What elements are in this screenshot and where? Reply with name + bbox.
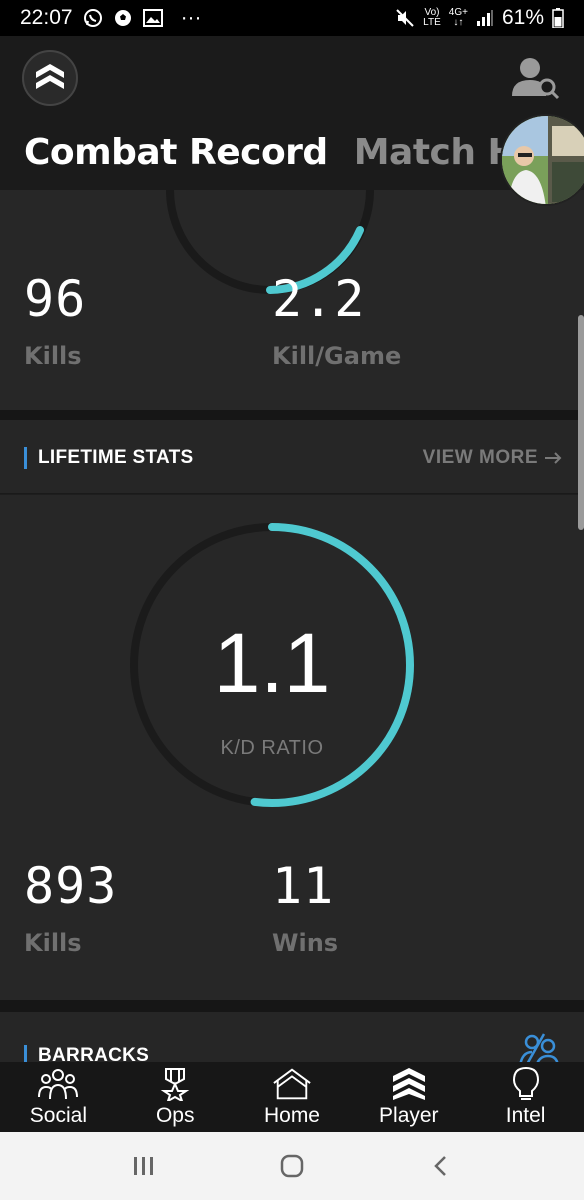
stat-label: Wins: [272, 929, 339, 957]
mute-icon: [395, 8, 415, 28]
ops-icon: [155, 1066, 195, 1102]
nav-label: Social: [29, 1104, 87, 1127]
intel-icon: [506, 1066, 546, 1102]
lifetime-kills-stat: 893 Kills: [24, 857, 117, 957]
section-divider: [0, 1000, 584, 1012]
lifetime-stats-header: LIFETIME STATS VIEW MORE: [0, 420, 584, 494]
arrow-right-icon: [545, 452, 562, 464]
nav-label: Ops: [155, 1104, 195, 1127]
signal-icon: [476, 10, 494, 26]
recent-stats-card: 96 Kills 2.2 Kill/Game: [0, 190, 584, 410]
home-button[interactable]: [272, 1146, 312, 1186]
back-button[interactable]: [420, 1146, 460, 1186]
data-indicator: 4G+ ↓↑: [449, 8, 468, 28]
status-bar: 22:07 ··· Vo) LTE 4G+ ↓↑ 61%: [0, 0, 584, 36]
tab-combat-record[interactable]: Combat Record: [24, 132, 328, 173]
stat-label: Kills: [24, 342, 82, 370]
section-title: LIFETIME STATS: [24, 447, 194, 469]
social-icon: [38, 1066, 79, 1102]
header-tabs: Combat Record Match High: [24, 132, 580, 173]
nav-intel[interactable]: Intel: [467, 1062, 584, 1132]
nav-home[interactable]: Home: [234, 1062, 351, 1132]
recent-kill-per-game-stat: 2.2 Kill/Game: [272, 270, 401, 370]
soccer-ball-icon: [113, 8, 133, 28]
nav-social[interactable]: Social: [0, 1062, 117, 1132]
stat-value: 2.2: [272, 270, 366, 328]
lifetime-wins-stat: 11 Wins: [272, 857, 338, 957]
image-icon: [142, 9, 163, 27]
volte-bottom: LTE: [423, 17, 441, 28]
view-more-link[interactable]: VIEW MORE: [423, 447, 562, 469]
system-navigation-bar: [0, 1132, 584, 1200]
data-arrows: ↓↑: [453, 17, 464, 28]
stat-value: 11: [272, 857, 335, 915]
player-icon: [389, 1066, 429, 1102]
recent-kills-stat: 96 Kills: [24, 270, 86, 370]
scrollbar[interactable]: [578, 315, 584, 530]
battery-percent: 61%: [501, 6, 544, 29]
view-more-label: VIEW MORE: [422, 447, 538, 468]
volte-indicator: Vo) LTE: [423, 8, 441, 28]
whatsapp-icon: [83, 8, 103, 28]
kd-ratio-value: 1.1: [213, 616, 331, 710]
kd-ratio-label: K/D RATIO: [220, 737, 324, 759]
stat-label: Kill/Game: [272, 342, 402, 370]
battery-icon: [552, 8, 564, 28]
nav-ops[interactable]: Ops: [117, 1062, 234, 1132]
bottom-navigation: Social Ops Home Player Intel: [0, 1062, 584, 1132]
back-chevron-icon: [434, 1156, 446, 1176]
app-logo-button[interactable]: [22, 50, 78, 106]
rank-chevron-icon: [36, 64, 64, 89]
nav-label: Home: [263, 1104, 320, 1127]
stat-value: 96: [24, 270, 87, 328]
home-circle-icon: [280, 1154, 304, 1178]
player-search-icon[interactable]: [510, 54, 560, 100]
recent-apps-icon: [134, 1157, 153, 1175]
player-avatar[interactable]: [500, 114, 584, 206]
home-icon: [272, 1066, 312, 1102]
lifetime-stats-card: 1.1 K/D RATIO 893 Kills 11 Wins: [0, 495, 584, 1000]
recent-apps-button[interactable]: [124, 1146, 164, 1186]
stat-value: 893: [24, 857, 118, 915]
nav-label: Intel: [505, 1104, 546, 1127]
section-divider: [0, 410, 584, 420]
status-overflow: ···: [180, 6, 202, 29]
status-time: 22:07: [20, 6, 73, 29]
app-header: Combat Record Match High: [0, 36, 584, 190]
nav-label: Player: [379, 1104, 439, 1127]
stat-label: Kills: [24, 929, 82, 957]
nav-player[interactable]: Player: [350, 1062, 467, 1132]
